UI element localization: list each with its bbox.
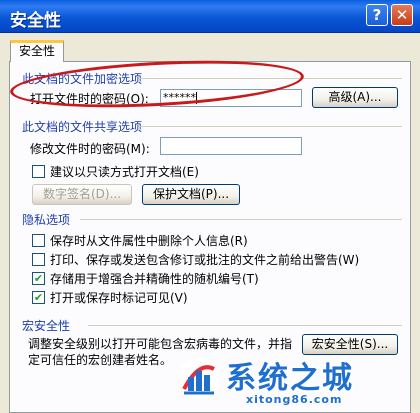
title-bar[interactable]: 安全性 ? ✕ — [0, 0, 420, 33]
section-macro: 宏安全性 — [22, 319, 71, 333]
brand-url: xitong86.com — [246, 393, 343, 406]
privacy-option-1: 保存时从文件属性中删除个人信息(R) — [50, 234, 248, 248]
section-privacy: 隐私选项 — [22, 213, 71, 227]
macro-description-line1: 调整安全级别以打开可能包含宏病毒的文件，并指 — [28, 337, 293, 351]
section-sharing: 此文档的文件共享选项 — [22, 120, 143, 134]
privacy-checkbox-4[interactable]: ✔ — [32, 291, 45, 304]
advanced-button[interactable]: 高级(A)... — [312, 87, 398, 108]
protect-document-button[interactable]: 保护文档(P)... — [142, 184, 240, 205]
readonly-label: 建议以只读方式打开文档(E) — [50, 165, 199, 179]
privacy-checkbox-3[interactable]: ✔ — [32, 272, 45, 285]
separator — [140, 126, 402, 127]
watermark: 系统之城 xitong86.com — [174, 351, 414, 409]
window-title: 安全性 — [10, 11, 61, 31]
brand-name: 系统之城 — [226, 361, 354, 396]
modify-password-label: 修改文件时的密码(M): — [30, 142, 150, 156]
macro-description-line2: 定可信任的宏创建者姓名。 — [28, 353, 173, 367]
privacy-checkbox-2[interactable] — [32, 253, 45, 266]
help-button[interactable]: ? — [366, 4, 388, 26]
privacy-option-2: 打印、保存或发送包含修订或批注的文件之前给出警告(W) — [50, 253, 360, 267]
privacy-option-4: 打开或保存时标记可见(V) — [50, 291, 188, 305]
readonly-checkbox[interactable] — [32, 165, 45, 178]
separator — [80, 219, 402, 220]
privacy-option-3: 存储用于增强合并精确性的随机编号(T) — [50, 272, 259, 286]
privacy-checkbox-1[interactable] — [32, 234, 45, 247]
tab-security[interactable]: 安全性 — [10, 40, 64, 62]
separator — [88, 325, 402, 326]
modify-password-field[interactable] — [160, 137, 302, 155]
brand-logo-icon — [178, 357, 220, 399]
digital-signature-button[interactable]: 数字签名(D)... — [32, 184, 132, 205]
close-button[interactable]: ✕ — [391, 4, 413, 26]
